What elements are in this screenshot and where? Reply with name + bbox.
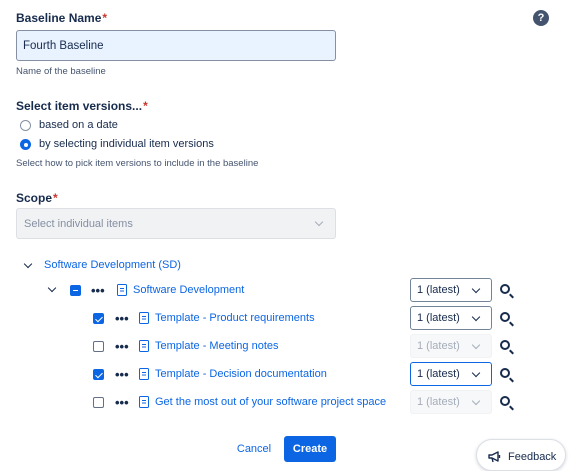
chevron-down-icon <box>471 368 481 378</box>
parent-item-label[interactable]: Software Development <box>133 284 244 296</box>
page-icon <box>139 368 149 380</box>
chevron-down-icon[interactable] <box>47 283 57 293</box>
page-icon <box>139 340 149 352</box>
required-mark: * <box>143 99 148 113</box>
version-select-value: 1 (latest) <box>417 284 460 296</box>
scope-label: Scope* <box>16 191 58 205</box>
version-select[interactable]: 1 (latest) <box>410 362 492 386</box>
more-actions-icon[interactable]: ••• <box>115 312 129 325</box>
version-select-value: 1 (latest) <box>417 368 460 380</box>
baseline-name-label-text: Baseline Name <box>16 11 102 25</box>
child-item-label[interactable]: Template - Decision documentation <box>155 368 327 380</box>
chevron-down-icon[interactable] <box>23 259 33 269</box>
more-actions-icon[interactable]: ••• <box>115 340 129 353</box>
child-checkbox[interactable] <box>93 397 104 408</box>
chevron-down-icon <box>471 396 481 406</box>
baseline-name-helper: Name of the baseline <box>16 66 106 77</box>
item-versions-label-text: Select item versions... <box>16 99 143 113</box>
chevron-down-icon <box>314 217 324 227</box>
chevron-down-icon <box>471 284 481 294</box>
baseline-name-label: Baseline Name* <box>16 11 107 25</box>
radio-individual-versions[interactable] <box>20 139 31 150</box>
child-checkbox[interactable] <box>93 313 104 324</box>
baseline-name-input[interactable] <box>16 30 336 61</box>
version-select-value: 1 (latest) <box>417 312 460 324</box>
chevron-down-icon <box>471 312 481 322</box>
chevron-down-icon <box>471 340 481 350</box>
page-icon <box>117 284 127 296</box>
radio-based-on-date[interactable] <box>20 120 31 131</box>
page-icon <box>139 396 149 408</box>
search-icon[interactable] <box>500 284 510 294</box>
item-versions-label: Select item versions...* <box>16 99 148 113</box>
feedback-button[interactable]: Feedback <box>476 439 566 471</box>
version-select-value: 1 (latest) <box>417 340 460 352</box>
version-select-value: 1 (latest) <box>417 396 460 408</box>
help-icon[interactable]: ? <box>533 10 549 26</box>
required-mark: * <box>53 191 58 205</box>
version-select[interactable]: 1 (latest) <box>410 278 492 302</box>
cancel-button[interactable]: Cancel <box>230 436 278 462</box>
feedback-label: Feedback <box>508 451 557 463</box>
more-actions-icon[interactable]: ••• <box>91 284 105 297</box>
scope-select-placeholder: Select individual items <box>24 218 133 230</box>
version-select[interactable]: 1 (latest) <box>410 306 492 330</box>
item-versions-helper: Select how to pick item versions to incl… <box>16 158 259 169</box>
search-icon[interactable] <box>500 368 510 378</box>
required-mark: * <box>102 11 108 25</box>
scope-label-text: Scope <box>16 191 53 205</box>
more-actions-icon[interactable]: ••• <box>115 396 129 409</box>
search-icon[interactable] <box>500 312 510 322</box>
search-icon[interactable] <box>500 396 510 406</box>
more-actions-icon[interactable]: ••• <box>115 368 129 381</box>
tree-root-label[interactable]: Software Development (SD) <box>44 259 181 271</box>
version-select: 1 (latest) <box>410 334 492 358</box>
child-item-label[interactable]: Template - Product requirements <box>155 312 315 324</box>
megaphone-icon <box>488 451 501 463</box>
scope-select[interactable]: Select individual items <box>16 208 336 239</box>
child-checkbox[interactable] <box>93 369 104 380</box>
child-checkbox[interactable] <box>93 341 104 352</box>
child-item-label[interactable]: Get the most out of your software projec… <box>155 396 386 408</box>
parent-checkbox[interactable] <box>70 285 81 296</box>
radio-based-on-date-label[interactable]: based on a date <box>39 119 118 131</box>
radio-individual-versions-label[interactable]: by selecting individual item versions <box>39 138 214 150</box>
search-icon[interactable] <box>500 340 510 350</box>
version-select: 1 (latest) <box>410 390 492 414</box>
child-item-label[interactable]: Template - Meeting notes <box>155 340 279 352</box>
create-button[interactable]: Create <box>284 436 336 462</box>
page-icon <box>139 312 149 324</box>
